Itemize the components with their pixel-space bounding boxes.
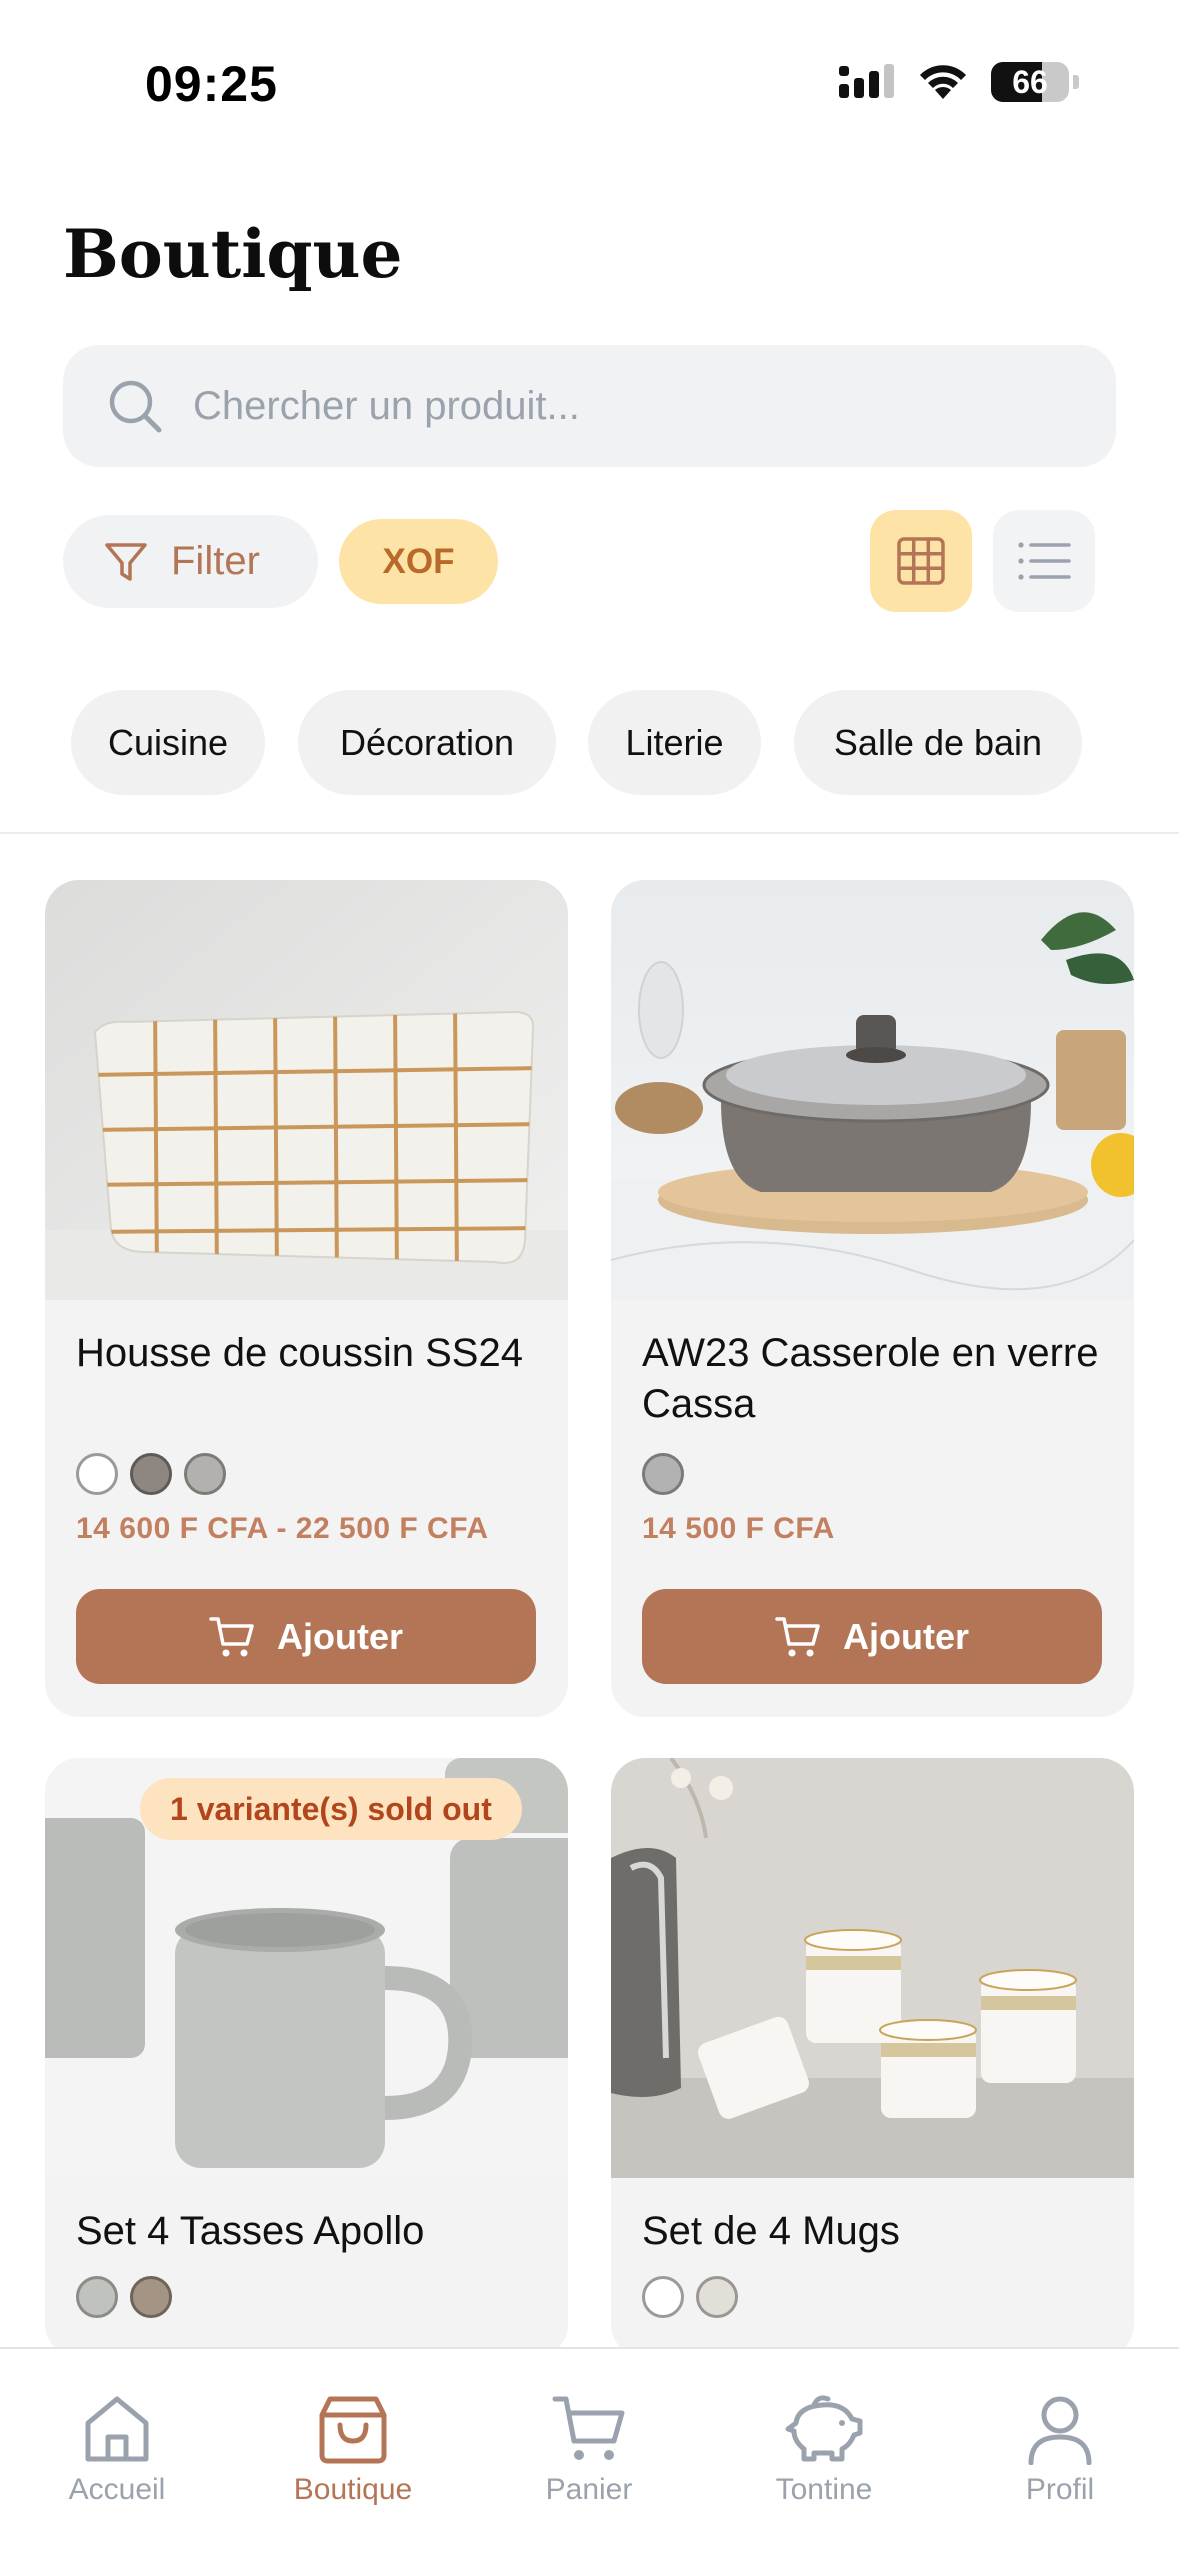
grid-icon — [897, 537, 945, 585]
list-icon — [1018, 542, 1071, 580]
product-card[interactable]: Set de 4 Mugs — [611, 1758, 1134, 2358]
nav-label: Profil — [1025, 2473, 1095, 2506]
cushion-image — [45, 880, 568, 1300]
nav-item-tontine[interactable]: Tontine — [724, 2393, 924, 2507]
filter-label: Filter — [171, 539, 260, 583]
nav-item-panier[interactable]: Panier — [489, 2393, 689, 2507]
bottom-nav: Accueil Boutique Panier Tontine Profil — [0, 2347, 1179, 2556]
casserole-image — [611, 880, 1134, 1300]
product-title: Set de 4 Mugs — [642, 2209, 900, 2253]
wifi-icon — [920, 65, 966, 99]
product-image — [611, 1758, 1134, 2178]
search-input[interactable] — [193, 383, 1073, 429]
cart-icon — [209, 1616, 254, 1656]
divider — [0, 832, 1179, 834]
mugs-set-image — [611, 1758, 1134, 2178]
color-swatches — [76, 1453, 226, 1495]
nav-item-accueil[interactable]: Accueil — [17, 2393, 217, 2507]
swatch-taupe[interactable] — [130, 1453, 172, 1495]
product-title: AW23 Casserole en verre Cassa — [642, 1331, 1099, 1426]
swatch-white[interactable] — [642, 2276, 684, 2318]
product-image — [45, 880, 568, 1300]
product-image: 1 variante(s) sold out — [45, 1758, 568, 2178]
list-view-toggle[interactable] — [993, 510, 1095, 612]
filter-icon — [105, 542, 147, 581]
product-price: 14 600 F CFA - 22 500 F CFA — [76, 1512, 489, 1545]
category-decoration[interactable]: Décoration — [298, 690, 556, 795]
add-to-cart-button[interactable]: Ajouter — [76, 1589, 536, 1684]
shopping-bag-icon — [319, 2396, 387, 2464]
currency-chip[interactable]: XOF — [339, 519, 498, 604]
swatch-grey[interactable] — [184, 1453, 226, 1495]
nav-label: Tontine — [775, 2473, 873, 2506]
color-swatches — [642, 1453, 684, 1495]
product-card[interactable]: AW23 Casserole en verre Cassa 14 500 F C… — [611, 880, 1134, 1717]
product-card[interactable]: Housse de coussin SS24 14 600 F CFA - 22… — [45, 880, 568, 1717]
piggy-bank-icon — [785, 2395, 863, 2462]
category-cuisine[interactable]: Cuisine — [71, 690, 265, 795]
product-title: Set 4 Tasses Apollo — [76, 2209, 425, 2253]
sold-out-badge: 1 variante(s) sold out — [140, 1778, 522, 1840]
category-salle-de-bain[interactable]: Salle de bain — [794, 690, 1082, 795]
status-bar: 09:25 66 — [0, 0, 1179, 150]
search-bar[interactable] — [63, 345, 1116, 467]
swatch-sage[interactable] — [76, 2276, 118, 2318]
status-time: 09:25 — [145, 56, 278, 112]
add-button-label: Ajouter — [843, 1615, 969, 1657]
filter-button[interactable]: Filter — [63, 515, 318, 608]
add-to-cart-button[interactable]: Ajouter — [642, 1589, 1102, 1684]
battery-level: 66 — [1012, 63, 1048, 100]
status-icons: 66 — [839, 62, 1079, 102]
nav-item-boutique[interactable]: Boutique — [253, 2393, 453, 2507]
color-swatches — [76, 2276, 172, 2318]
swatch-taupe[interactable] — [130, 2276, 172, 2318]
nav-label: Boutique — [293, 2473, 413, 2506]
nav-label: Accueil — [68, 2473, 166, 2506]
swatch-grey[interactable] — [642, 1453, 684, 1495]
product-card[interactable]: 1 variante(s) sold out Set 4 Tasses Apol… — [45, 1758, 568, 2358]
battery-icon: 66 — [991, 62, 1069, 102]
product-price: 14 500 F CFA — [642, 1512, 835, 1545]
nav-item-profil[interactable]: Profil — [960, 2393, 1160, 2507]
nav-label: Panier — [545, 2473, 633, 2506]
page-title: Boutique — [63, 215, 403, 293]
search-icon — [109, 380, 162, 433]
home-icon — [85, 2396, 149, 2462]
product-title: Housse de coussin SS24 — [76, 1331, 523, 1375]
battery-tip — [1073, 75, 1079, 89]
cellular-signal-icon — [839, 64, 894, 98]
cart-icon — [775, 1616, 820, 1656]
swatch-cream[interactable] — [696, 2276, 738, 2318]
color-swatches — [642, 2276, 738, 2318]
grid-view-toggle[interactable] — [870, 510, 972, 612]
category-literie[interactable]: Literie — [588, 690, 761, 795]
swatch-white[interactable] — [76, 1453, 118, 1495]
add-button-label: Ajouter — [277, 1615, 403, 1657]
product-image — [611, 880, 1134, 1300]
cart-icon — [552, 2396, 625, 2460]
user-icon — [1028, 2396, 1092, 2465]
